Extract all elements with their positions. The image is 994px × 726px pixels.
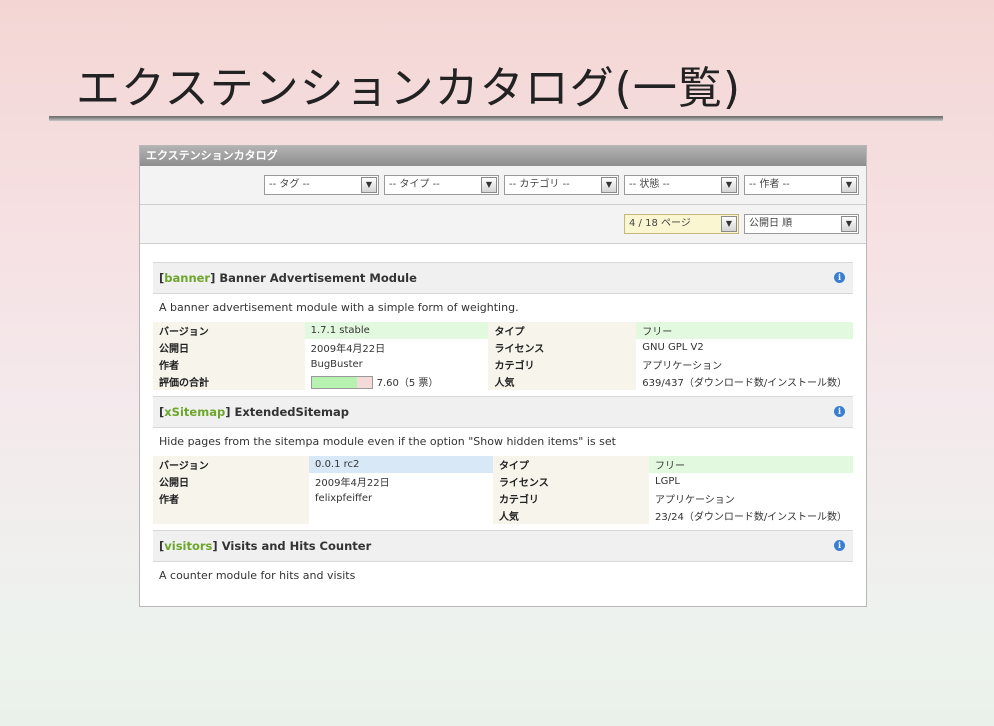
rating-text: 7.60（5 票） (376, 377, 439, 389)
category-value: アプリケーション (655, 495, 735, 506)
pager-row: 4 / 18 ページ ▼ 公開日 順 ▼ (140, 205, 866, 244)
version-value: 1.7.1 stable (304, 322, 489, 339)
module-title: [visitors] Visits and Hits Counter i (153, 530, 853, 562)
sort-select-value: 公開日 順 (749, 218, 793, 229)
rating-bar-fill (311, 377, 358, 389)
tag-filter-value: -- タグ -- (269, 179, 310, 190)
slide-title: エクステンションカタログ(一覧) (76, 63, 742, 114)
date-label: 公開日 (153, 473, 310, 490)
type-label: タイプ (488, 322, 637, 339)
category-label: カテゴリ (492, 490, 649, 507)
category-value: アプリケーション (642, 361, 723, 372)
chevron-down-icon[interactable]: ▼ (361, 177, 377, 193)
type-filter-select[interactable]: -- タイプ -- ▼ (384, 175, 499, 195)
module-title: [xSitemap] ExtendedSitemap i (153, 396, 853, 428)
author-label: 作者 (153, 490, 310, 507)
module-item: [banner] Banner Advertisement Module i A… (153, 262, 853, 396)
bracket: ] (210, 271, 216, 285)
module-tag-link[interactable]: banner (164, 271, 210, 285)
license-value: GNU GPL V2 (642, 342, 704, 353)
module-properties: バージョン 1.7.1 stable タイプ フリー 公開日 2009年4月22… (153, 322, 853, 390)
date-label: 公開日 (153, 339, 305, 356)
module-properties: バージョン 0.0.1 rc2 タイプ フリー 公開日 2009年4月22日 ラ… (153, 456, 853, 524)
chevron-down-icon[interactable]: ▼ (601, 177, 617, 193)
popularity-label: 人気 (492, 507, 649, 524)
version-value: 0.0.1 rc2 (309, 456, 493, 473)
tag-filter-select[interactable]: -- タグ -- ▼ (264, 175, 379, 195)
version-label: バージョン (153, 322, 305, 339)
date-value: 2009年4月22日 (310, 344, 386, 355)
title-divider (49, 116, 943, 121)
bracket: ] (212, 539, 218, 553)
author-label: 作者 (153, 356, 305, 373)
category-filter-select[interactable]: -- カテゴリ -- ▼ (504, 175, 619, 195)
type-value: フリー (636, 322, 853, 339)
page-select-value: 4 / 18 ページ (629, 218, 691, 229)
panel-header: エクステンションカタログ (140, 146, 866, 166)
sort-select[interactable]: 公開日 順 ▼ (744, 214, 859, 234)
version-label: バージョン (153, 456, 310, 473)
module-name: Visits and Hits Counter (221, 539, 372, 553)
license-label: ライセンス (488, 339, 637, 356)
author-filter-value: -- 作者 -- (749, 179, 790, 190)
author-value: felixpfeiffer (315, 493, 373, 504)
category-label: カテゴリ (488, 356, 637, 373)
empty-label (153, 507, 310, 524)
rating-label: 評価の合計 (153, 373, 305, 390)
extension-catalog-panel: エクステンションカタログ -- タグ -- ▼ -- タイプ -- ▼ -- カ… (139, 145, 867, 607)
filter-row: -- タグ -- ▼ -- タイプ -- ▼ -- カテゴリ -- ▼ -- 状… (140, 166, 866, 205)
module-description: A counter module for hits and visits (159, 569, 356, 582)
type-filter-value: -- タイプ -- (389, 179, 440, 190)
rating-value: 7.60（5 票） (305, 373, 489, 390)
type-label: タイプ (492, 456, 649, 473)
author-filter-select[interactable]: -- 作者 -- ▼ (744, 175, 859, 195)
module-list: [banner] Banner Advertisement Module i A… (140, 244, 866, 590)
license-label: ライセンス (492, 473, 649, 490)
module-name: Banner Advertisement Module (219, 271, 417, 285)
popularity-label: 人気 (488, 373, 637, 390)
date-value: 2009年4月22日 (315, 478, 390, 489)
status-filter-value: -- 状態 -- (629, 179, 670, 190)
license-value: LGPL (655, 476, 680, 487)
status-filter-select[interactable]: -- 状態 -- ▼ (624, 175, 739, 195)
category-filter-value: -- カテゴリ -- (509, 179, 570, 190)
author-value: BugBuster (310, 359, 363, 370)
popularity-value: 639/437（ダウンロード数/インストール数） (642, 378, 847, 389)
chevron-down-icon[interactable]: ▼ (841, 177, 857, 193)
popularity-value: 23/24（ダウンロード数/インストール数） (655, 512, 847, 523)
module-tag-link[interactable]: visitors (164, 539, 212, 553)
module-description: A banner advertisement module with a sim… (159, 301, 519, 314)
module-item: [visitors] Visits and Hits Counter i A c… (153, 530, 853, 590)
chevron-down-icon[interactable]: ▼ (841, 216, 857, 232)
bracket: ] (225, 405, 231, 419)
empty-value (309, 507, 493, 524)
chevron-down-icon[interactable]: ▼ (721, 216, 737, 232)
module-tag-link[interactable]: xSitemap (164, 405, 225, 419)
info-icon[interactable]: i (834, 272, 845, 283)
info-icon[interactable]: i (834, 406, 845, 417)
module-title: [banner] Banner Advertisement Module i (153, 262, 853, 294)
page-select[interactable]: 4 / 18 ページ ▼ (624, 214, 739, 234)
info-icon[interactable]: i (834, 540, 845, 551)
module-description: Hide pages from the sitempa module even … (159, 435, 616, 448)
module-item: [xSitemap] ExtendedSitemap i Hide pages … (153, 396, 853, 530)
chevron-down-icon[interactable]: ▼ (721, 177, 737, 193)
rating-bar (310, 376, 373, 390)
chevron-down-icon[interactable]: ▼ (481, 177, 497, 193)
type-value: フリー (649, 456, 853, 473)
module-name: ExtendedSitemap (234, 405, 349, 419)
